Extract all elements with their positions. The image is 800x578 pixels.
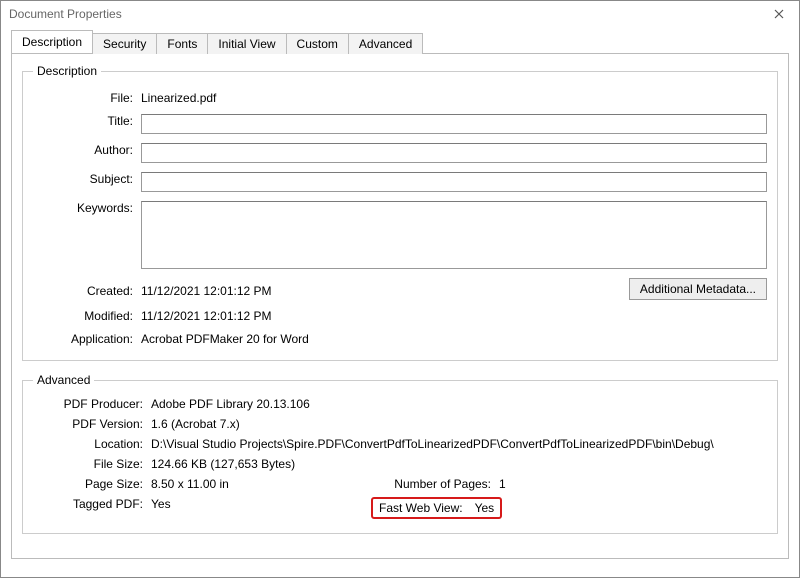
tab-security[interactable]: Security [92, 33, 157, 54]
number-of-pages-value: 1 [499, 477, 506, 491]
close-icon[interactable] [759, 1, 799, 27]
file-size-label: File Size: [33, 457, 151, 471]
fast-web-view-label: Fast Web View: [379, 501, 475, 515]
author-label: Author: [33, 140, 141, 157]
application-value: Acrobat PDFMaker 20 for Word [141, 329, 767, 346]
advanced-legend: Advanced [33, 373, 94, 387]
title-field[interactable] [141, 114, 767, 134]
fast-web-view-highlight: Fast Web View: Yes [371, 497, 502, 519]
modified-value: 11/12/2021 12:01:12 PM [141, 306, 767, 323]
fast-web-view-value: Yes [475, 501, 495, 515]
page-size-value: 8.50 x 11.00 in [151, 477, 371, 491]
tab-initial-view[interactable]: Initial View [207, 33, 286, 54]
pdf-version-value: 1.6 (Acrobat 7.x) [151, 417, 767, 431]
pdf-producer-label: PDF Producer: [33, 397, 151, 411]
file-label: File: [33, 88, 141, 105]
modified-label: Modified: [33, 306, 141, 323]
application-label: Application: [33, 329, 141, 346]
description-legend: Description [33, 64, 101, 78]
keywords-field[interactable] [141, 201, 767, 269]
description-panel: Description File: Linearized.pdf Title: … [11, 54, 789, 559]
tagged-pdf-label: Tagged PDF: [33, 497, 151, 511]
keywords-label: Keywords: [33, 198, 141, 215]
author-field[interactable] [141, 143, 767, 163]
window-title: Document Properties [9, 7, 122, 21]
location-label: Location: [33, 437, 151, 451]
description-group: Description File: Linearized.pdf Title: … [22, 64, 778, 361]
subject-label: Subject: [33, 169, 141, 186]
title-label: Title: [33, 111, 141, 128]
tab-fonts[interactable]: Fonts [156, 33, 208, 54]
pdf-version-label: PDF Version: [33, 417, 151, 431]
created-value: 11/12/2021 12:01:12 PM [141, 281, 629, 298]
titlebar: Document Properties [1, 1, 799, 27]
subject-field[interactable] [141, 172, 767, 192]
file-value: Linearized.pdf [141, 88, 767, 105]
pdf-producer-value: Adobe PDF Library 20.13.106 [151, 397, 767, 411]
tab-advanced[interactable]: Advanced [348, 33, 423, 54]
file-size-value: 124.66 KB (127,653 Bytes) [151, 457, 767, 471]
tabstrip: Description Security Fonts Initial View … [11, 31, 789, 54]
number-of-pages-label: Number of Pages: [371, 477, 499, 491]
tab-custom[interactable]: Custom [286, 33, 349, 54]
created-label: Created: [33, 281, 141, 298]
tagged-pdf-value: Yes [151, 497, 371, 511]
document-properties-window: Document Properties Description Security… [0, 0, 800, 578]
location-value: D:\Visual Studio Projects\Spire.PDF\Conv… [151, 437, 767, 451]
advanced-group: Advanced PDF Producer: Adobe PDF Library… [22, 373, 778, 534]
additional-metadata-button[interactable]: Additional Metadata... [629, 278, 767, 300]
tab-description[interactable]: Description [11, 30, 93, 53]
page-size-label: Page Size: [33, 477, 151, 491]
